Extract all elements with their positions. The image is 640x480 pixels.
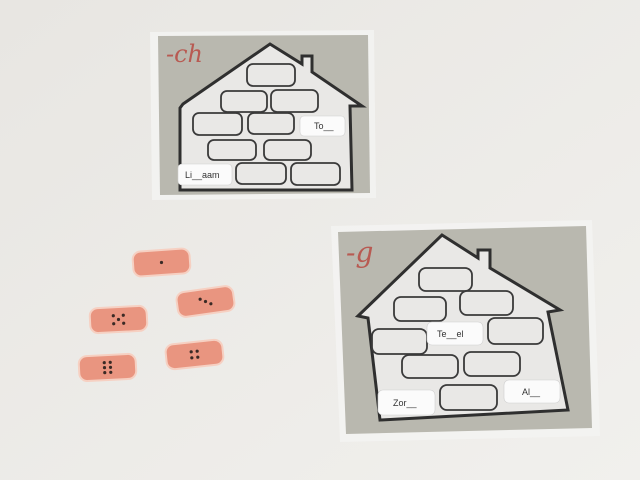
word-label-text: Zor__ bbox=[393, 398, 418, 408]
brick-slot[interactable] bbox=[270, 89, 319, 113]
brick-slot[interactable] bbox=[220, 90, 268, 113]
brick-slot[interactable] bbox=[207, 139, 257, 161]
brick-slot[interactable] bbox=[235, 162, 287, 185]
bandage bbox=[77, 352, 138, 383]
brick-slot[interactable] bbox=[459, 290, 514, 316]
brick-slot[interactable] bbox=[401, 354, 459, 379]
photo-scene: -ch To__ Li__aam -g Te__el Zor__ Al__ bbox=[0, 0, 640, 480]
word-label[interactable]: Zor__ bbox=[377, 389, 436, 416]
word-label[interactable]: To__ bbox=[299, 115, 346, 137]
word-label-text: To__ bbox=[314, 121, 335, 131]
brick-slot[interactable] bbox=[263, 139, 312, 161]
word-label[interactable]: Li__aam bbox=[177, 163, 233, 186]
brick-slot[interactable] bbox=[246, 63, 296, 87]
word-label-text: Al__ bbox=[522, 387, 541, 397]
bandage-die-5[interactable] bbox=[88, 304, 149, 335]
card-heading: -ch bbox=[166, 40, 203, 68]
word-label[interactable]: Te__el bbox=[426, 321, 484, 346]
word-label[interactable]: Al__ bbox=[503, 379, 561, 404]
brick-slot[interactable] bbox=[439, 384, 498, 411]
brick-slot[interactable] bbox=[418, 267, 473, 292]
card-heading: -g bbox=[346, 236, 373, 269]
brick-slot[interactable] bbox=[247, 112, 295, 135]
brick-slot[interactable] bbox=[487, 317, 544, 345]
word-card-g: -g Te__el Zor__ Al__ bbox=[331, 220, 600, 442]
brick-slot[interactable] bbox=[192, 112, 243, 136]
bandage-die-6[interactable] bbox=[77, 352, 138, 383]
word-card-ch: -ch To__ Li__aam bbox=[150, 30, 376, 200]
word-label-text: Li__aam bbox=[185, 170, 220, 180]
brick-slot[interactable] bbox=[393, 296, 447, 322]
word-label-text: Te__el bbox=[437, 329, 464, 339]
bandage bbox=[164, 338, 225, 371]
brick-slot[interactable] bbox=[463, 351, 521, 377]
brick-slot[interactable] bbox=[290, 162, 341, 186]
bandage-die-4[interactable] bbox=[164, 338, 225, 371]
brick-slot[interactable] bbox=[371, 328, 428, 355]
bandage-die-1[interactable] bbox=[131, 247, 192, 278]
